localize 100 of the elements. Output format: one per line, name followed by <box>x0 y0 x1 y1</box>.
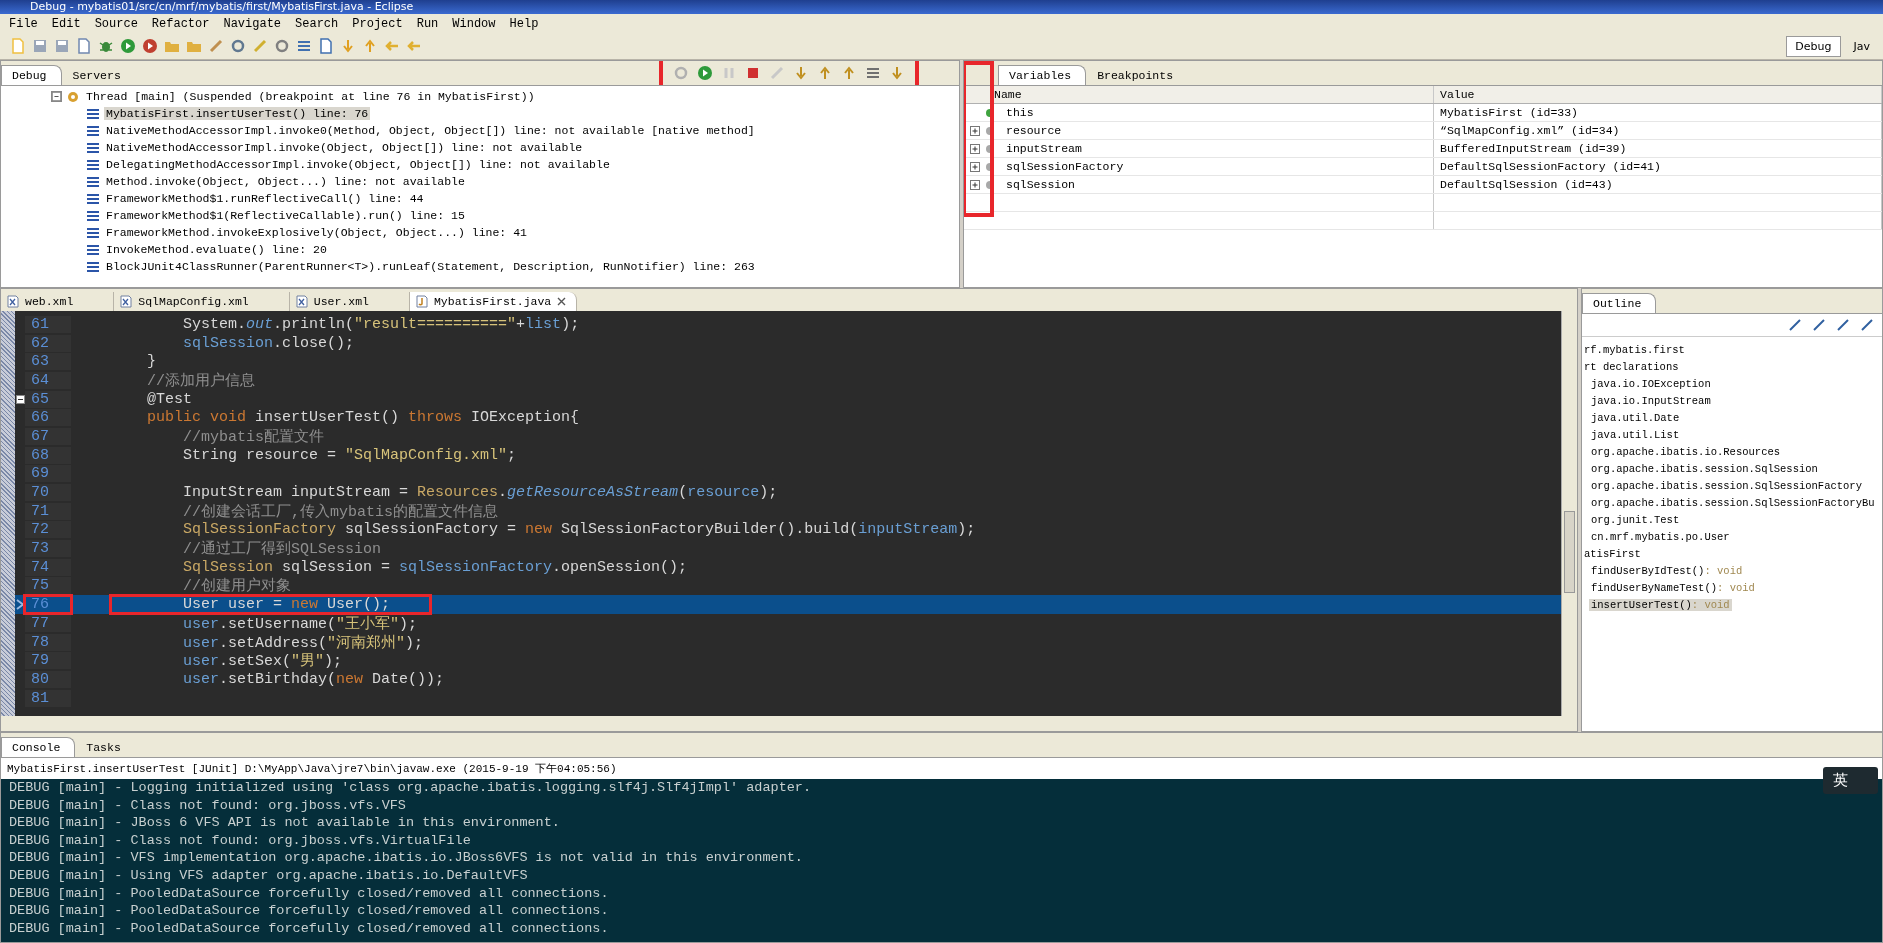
outline-item[interactable]: findUserByIdTest(): void <box>1589 564 1745 577</box>
outline-item[interactable]: org.apache.ibatis.session.SqlSessionFactory <box>1589 479 1864 492</box>
outline-item[interactable]: atisFirst <box>1582 547 1643 560</box>
drop-frame-icon[interactable] <box>865 65 881 81</box>
outline-item[interactable]: java.io.IOException <box>1589 377 1713 390</box>
stack-frame[interactable]: InvokeMethod.evaluate() line: 20 <box>104 243 329 256</box>
outline-item[interactable]: org.apache.ibatis.session.SqlSession <box>1589 462 1820 475</box>
outline-item[interactable]: org.apache.ibatis.session.SqlSessionFactoryBu <box>1589 496 1877 509</box>
editor-tab[interactable]: web.xml <box>1 292 115 311</box>
stack-frame[interactable]: FrameworkMethod$1(ReflectiveCallable).run() line: 15 <box>104 209 467 222</box>
thread-icon <box>66 89 80 104</box>
menu-item[interactable]: Edit <box>46 16 86 31</box>
perspective-button[interactable]: Debug <box>1786 35 1841 57</box>
perspective-button[interactable]: Jav <box>1844 35 1879 57</box>
stack-frame[interactable]: BlockJUnit4ClassRunner(ParentRunner<T>).runLeaf(Statement, Description, RunNotifier) line: 263 <box>104 260 757 273</box>
outline-item[interactable]: rt declarations <box>1582 360 1681 373</box>
view-tab[interactable]: Servers <box>61 65 136 85</box>
step-over-icon[interactable] <box>817 65 833 81</box>
code-line: //创建用户对象 <box>182 576 291 596</box>
new-file-icon[interactable] <box>10 38 26 54</box>
view-tab[interactable]: Breakpoints <box>1086 65 1189 85</box>
menu-item[interactable]: Run <box>411 16 444 31</box>
variable-value: DefaultSqlSessionFactory (id=41) <box>1434 158 1882 175</box>
menu-item[interactable]: Window <box>447 16 501 31</box>
code-line: sqlSession.close(); <box>182 334 355 352</box>
editor-tab[interactable]: SqlMapConfig.xml <box>114 292 290 311</box>
external-tool-icon[interactable] <box>142 38 158 54</box>
expand-icon[interactable] <box>970 143 980 154</box>
expand-icon[interactable] <box>970 125 980 136</box>
stack-frame[interactable]: NativeMethodAccessorImpl.invoke(Object, Object[]) line: not available <box>104 141 585 154</box>
stack-frame-icon <box>86 260 100 273</box>
menu-item[interactable]: Navigate <box>218 16 287 31</box>
outline-item[interactable]: insertUserTest(): void <box>1589 598 1732 611</box>
menu-item[interactable]: Refactor <box>146 16 215 31</box>
menu-item[interactable]: Search <box>290 16 344 31</box>
step-into-icon[interactable] <box>793 65 809 81</box>
outline-item[interactable]: java.util.List <box>1589 428 1682 441</box>
stack-frame-icon <box>86 209 100 222</box>
outline-item[interactable]: org.junit.Test <box>1589 513 1682 526</box>
view-tab[interactable]: Debug <box>1 65 62 85</box>
outline-item[interactable]: rf.mybatis.first <box>1582 343 1687 356</box>
column-header[interactable]: Name <box>964 86 1434 103</box>
window-title: Debug - mybatis01/src/cn/mrf/mybatis/first/MybatisFirst.java - Eclipse <box>29 0 415 14</box>
outline-item[interactable]: java.util.Date <box>1589 411 1682 424</box>
code-line: //添加用户信息 <box>146 371 255 390</box>
variable-name: sqlSession <box>1006 178 1075 191</box>
close-icon[interactable] <box>557 297 567 306</box>
step-filter-icon[interactable] <box>889 65 905 81</box>
line-number: 66 <box>25 409 71 427</box>
xml-file-icon <box>295 295 308 308</box>
up-arrow-icon[interactable] <box>362 38 378 54</box>
menu-item[interactable]: Help <box>504 16 544 31</box>
menu-item[interactable]: Source <box>89 16 143 31</box>
stack-frame[interactable]: FrameworkMethod$1.runReflectiveCall() line: 44 <box>104 192 426 205</box>
outline-item[interactable]: java.io.InputStream <box>1589 394 1713 407</box>
terminate-icon[interactable] <box>745 65 761 81</box>
stack-frame-icon <box>86 107 100 120</box>
editor-tab[interactable]: MybatisFirst.java <box>409 292 578 311</box>
thread-label[interactable]: Thread [main] (Suspended (breakpoint at line 76 in MybatisFirst)) <box>84 90 537 103</box>
line-number: 76 <box>25 596 71 614</box>
line-number: 75 <box>25 577 71 595</box>
view-tab[interactable]: Console <box>1 737 76 757</box>
variable-value: MybatisFirst (id=33) <box>1434 104 1882 121</box>
stack-frame[interactable]: NativeMethodAccessorImpl.invoke0(Method, Object, Object[]) line: not available [native method] <box>104 124 757 137</box>
save-icon[interactable] <box>32 38 48 54</box>
expand-icon[interactable] <box>970 179 980 190</box>
line-number: 81 <box>25 689 71 707</box>
scrollbar[interactable] <box>1 716 1577 731</box>
fold-icon[interactable] <box>15 394 25 404</box>
view-tab[interactable]: Tasks <box>75 737 136 757</box>
outline-item[interactable]: cn.mrf.mybatis.po.User <box>1589 530 1732 543</box>
outline-item[interactable]: findUserByNameTest(): void <box>1589 581 1757 594</box>
run-icon[interactable] <box>120 38 136 54</box>
resume-icon[interactable] <box>697 65 713 81</box>
menu-item[interactable]: Project <box>347 16 408 31</box>
outline-item[interactable]: org.apache.ibatis.io.Resources <box>1589 445 1783 458</box>
editor-tab[interactable]: User.xml <box>289 292 410 311</box>
code-line: public void insertUserTest() throws IOException{ <box>146 409 580 427</box>
code-line: @Test <box>146 390 192 408</box>
line-number: 64 <box>25 371 71 389</box>
log-line: DEBUG [main] - PooledDataSource forcefully closed/removed all connections. <box>9 884 609 903</box>
stack-frame[interactable]: DelegatingMethodAccessorImpl.invoke(Object, Object[]) line: not available <box>104 158 612 171</box>
collapse-icon[interactable] <box>51 91 62 102</box>
stack-frame[interactable]: Method.invoke(Object, Object...) line: not available <box>104 175 467 188</box>
view-tab[interactable]: Variables <box>998 65 1087 85</box>
log-line: DEBUG [main] - Class not found: org.jboss.vfs.VirtualFile <box>9 831 471 850</box>
save-all-icon[interactable] <box>54 38 70 54</box>
stack-frame[interactable]: MybatisFirst.insertUserTest() line: 76 <box>104 107 371 120</box>
line-number: 72 <box>25 521 71 539</box>
menu-item[interactable]: File <box>4 16 43 31</box>
xml-file-icon <box>120 295 133 308</box>
stack-frame-icon <box>86 243 100 256</box>
line-number: 78 <box>25 633 71 651</box>
stack-frame[interactable]: FrameworkMethod.invokeExplosively(Object, Object...) line: 41 <box>104 226 529 239</box>
column-header[interactable]: Value <box>1434 86 1882 103</box>
down-arrow-icon[interactable] <box>340 38 356 54</box>
view-tab[interactable]: Outline <box>1582 293 1657 313</box>
list-icon[interactable] <box>296 38 312 54</box>
step-return-icon[interactable] <box>841 65 857 81</box>
expand-icon[interactable] <box>970 161 980 172</box>
